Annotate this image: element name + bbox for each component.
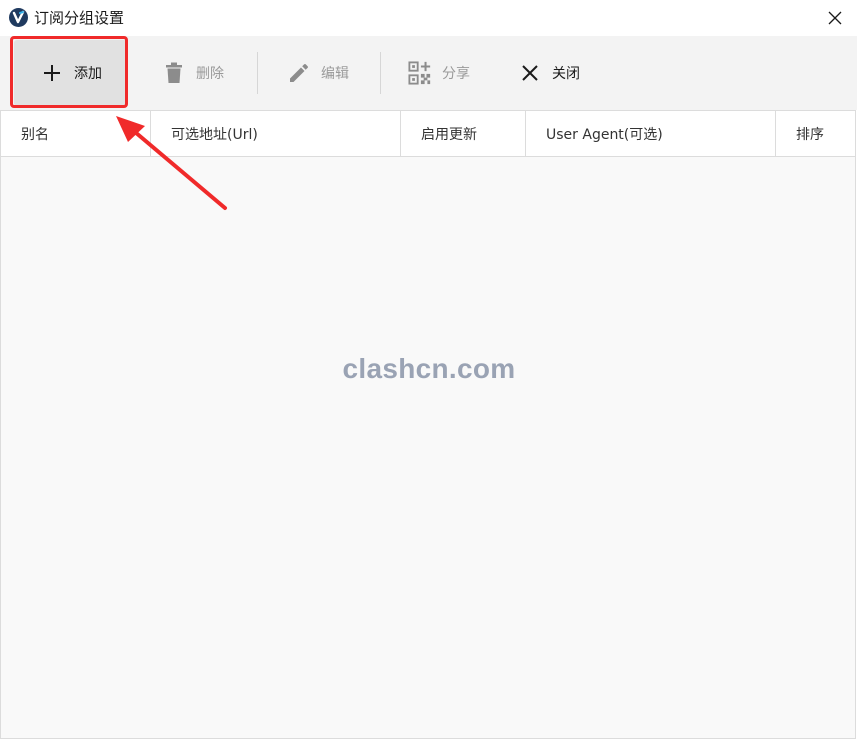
app-logo-icon — [9, 8, 28, 27]
subscription-group-table[interactable]: 别名 可选地址(Url) 启用更新 User Agent(可选) 排序 clas… — [0, 110, 856, 739]
toolbar-separator — [257, 52, 258, 94]
close-icon — [518, 61, 542, 85]
toolbar: 添加 删除 编辑 分享 关闭 — [0, 36, 857, 110]
delete-button[interactable]: 删除 — [162, 40, 224, 106]
title-bar: 订阅分组设置 — [0, 0, 857, 36]
edit-button-label: 编辑 — [321, 66, 349, 82]
edit-button[interactable]: 编辑 — [287, 40, 349, 106]
toolbar-separator — [380, 52, 381, 94]
add-button-label: 添加 — [74, 66, 102, 82]
close-button[interactable]: 关闭 — [518, 40, 580, 106]
share-button[interactable]: 分享 — [408, 40, 470, 106]
close-button-label: 关闭 — [552, 66, 580, 82]
column-header-alias[interactable]: 别名 — [1, 111, 151, 156]
add-button[interactable]: 添加 — [14, 40, 128, 106]
column-header-sort[interactable]: 排序 — [776, 111, 855, 156]
close-icon — [828, 11, 842, 25]
plus-icon — [40, 61, 64, 85]
pencil-icon — [287, 61, 311, 85]
watermark: clashcn.com — [342, 353, 516, 384]
delete-button-label: 删除 — [196, 66, 224, 82]
table-header: 别名 可选地址(Url) 启用更新 User Agent(可选) 排序 — [1, 111, 855, 157]
window-title: 订阅分组设置 — [34, 9, 125, 27]
qr-code-icon — [408, 61, 432, 85]
trash-icon — [162, 61, 186, 85]
share-button-label: 分享 — [442, 66, 470, 82]
column-header-enable-update[interactable]: 启用更新 — [401, 111, 526, 156]
column-header-user-agent[interactable]: User Agent(可选) — [526, 111, 776, 156]
window-close-button[interactable] — [813, 0, 857, 36]
column-header-url[interactable]: 可选地址(Url) — [151, 111, 401, 156]
